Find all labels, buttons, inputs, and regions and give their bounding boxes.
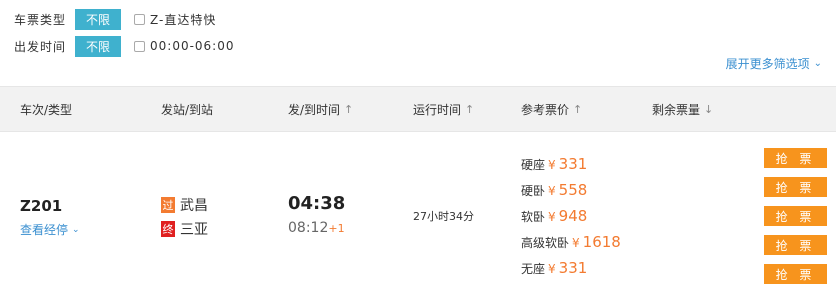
price-hard-seat: 硬座 ¥ 331 [521,155,587,173]
sort-up-icon[interactable]: ↑ [344,103,353,116]
table-header: 车次/类型 发站/到站 发/到时间 ↑ 运行时间 ↑ 参考票价 ↑ 剩余票量 ↓ [0,86,836,132]
price-hard-sleeper: 硬卧 ¥ 558 [521,181,587,199]
col-train-label: 车次/类型 [20,102,73,117]
seat-type: 硬座 [521,158,546,172]
seat-price: 948 [558,207,588,225]
col-times-label[interactable]: 发/到时间 [288,101,340,118]
grab-ticket-button[interactable]: 抢 票 [764,206,827,226]
sort-down-icon[interactable]: ↓ [704,103,713,116]
train-number: Z201 [20,197,63,215]
col-price-sort[interactable]: 参考票价 ↑ [521,87,582,131]
sort-up-icon[interactable]: ↑ [573,103,582,116]
seat-price: 1618 [582,233,621,251]
ticket-type-any-button[interactable]: 不限 [75,8,121,30]
from-station: 过 武昌 [161,195,208,215]
depart-time-early-label[interactable]: 00:00-06:00 [150,39,235,53]
arrive-time-wrap: 08:12+1 [288,220,345,236]
ticket-type-z-label[interactable]: Z-直达特快 [150,11,216,28]
currency-symbol: ¥ [548,184,556,198]
from-station-name: 武昌 [180,198,208,214]
more-filters-label[interactable]: 展开更多筛选项 [726,55,810,72]
seat-price: 331 [558,155,588,173]
seat-type: 软卧 [521,210,546,224]
col-duration-sort[interactable]: 运行时间 ↑ [413,87,474,131]
col-remaining-sort[interactable]: 剩余票量 ↓ [652,87,713,131]
currency-symbol: ¥ [572,236,580,250]
col-stations: 发站/到站 [161,87,213,131]
grab-ticket-button[interactable]: 抢 票 [764,235,827,255]
chevron-down-icon[interactable]: ⌄ [814,58,822,69]
ticket-type-z-checkbox[interactable]: Z-直达特快 [134,11,216,28]
price-deluxe-soft-sleeper: 高级软卧 ¥ 1618 [521,233,621,251]
view-stops-link[interactable]: 查看经停 ⌄ [20,221,80,238]
arrive-time: 08:12 [288,220,329,236]
currency-symbol: ¥ [548,210,556,224]
grab-ticket-button[interactable]: 抢 票 [764,177,827,197]
seat-price: 558 [558,181,588,199]
sort-up-icon[interactable]: ↑ [465,103,474,116]
currency-symbol: ¥ [548,158,556,172]
table-row: Z201 查看经停 ⌄ 过 武昌 终 三亚 04:38 08:12+1 27小时… [0,133,836,306]
depart-time-any-button[interactable]: 不限 [75,35,121,57]
to-station: 终 三亚 [161,219,208,239]
checkbox-icon[interactable] [134,40,145,52]
view-stops-label[interactable]: 查看经停 [20,221,68,238]
chevron-down-icon[interactable]: ⌄ [72,225,80,235]
col-price-label[interactable]: 参考票价 [521,101,569,118]
seat-type: 无座 [521,262,546,276]
more-filters-link[interactable]: 展开更多筛选项 ⌄ [726,55,822,72]
depart-time: 04:38 [288,193,346,214]
currency-symbol: ¥ [548,262,556,276]
terminal-badge: 终 [161,221,175,237]
to-station-name: 三亚 [180,222,208,238]
depart-time-early-checkbox[interactable]: 00:00-06:00 [134,39,235,53]
col-times-sort[interactable]: 发/到时间 ↑ [288,87,353,131]
col-remaining-label[interactable]: 剩余票量 [652,101,700,118]
seat-type: 高级软卧 [521,236,570,250]
arrive-next-day: +1 [328,222,345,235]
price-soft-sleeper: 软卧 ¥ 948 [521,207,587,225]
seat-type: 硬卧 [521,184,546,198]
filter-label-ticket-type: 车票类型 [14,12,67,27]
col-stations-label: 发站/到站 [161,102,214,117]
grab-ticket-button[interactable]: 抢 票 [764,264,827,284]
pass-badge: 过 [161,197,175,213]
seat-price: 331 [558,259,588,277]
col-duration-label[interactable]: 运行时间 [413,101,461,118]
grab-ticket-button[interactable]: 抢 票 [764,148,827,168]
col-train: 车次/类型 [20,87,72,131]
checkbox-icon[interactable] [134,13,145,25]
price-no-seat: 无座 ¥ 331 [521,259,587,277]
filter-label-depart-time: 出发时间 [14,39,67,54]
filter-depart-time: 出发时间 不限 00:00-06:00 [14,35,235,57]
filter-ticket-type: 车票类型 不限 Z-直达特快 [14,8,216,30]
travel-duration: 27小时34分 [413,210,474,223]
